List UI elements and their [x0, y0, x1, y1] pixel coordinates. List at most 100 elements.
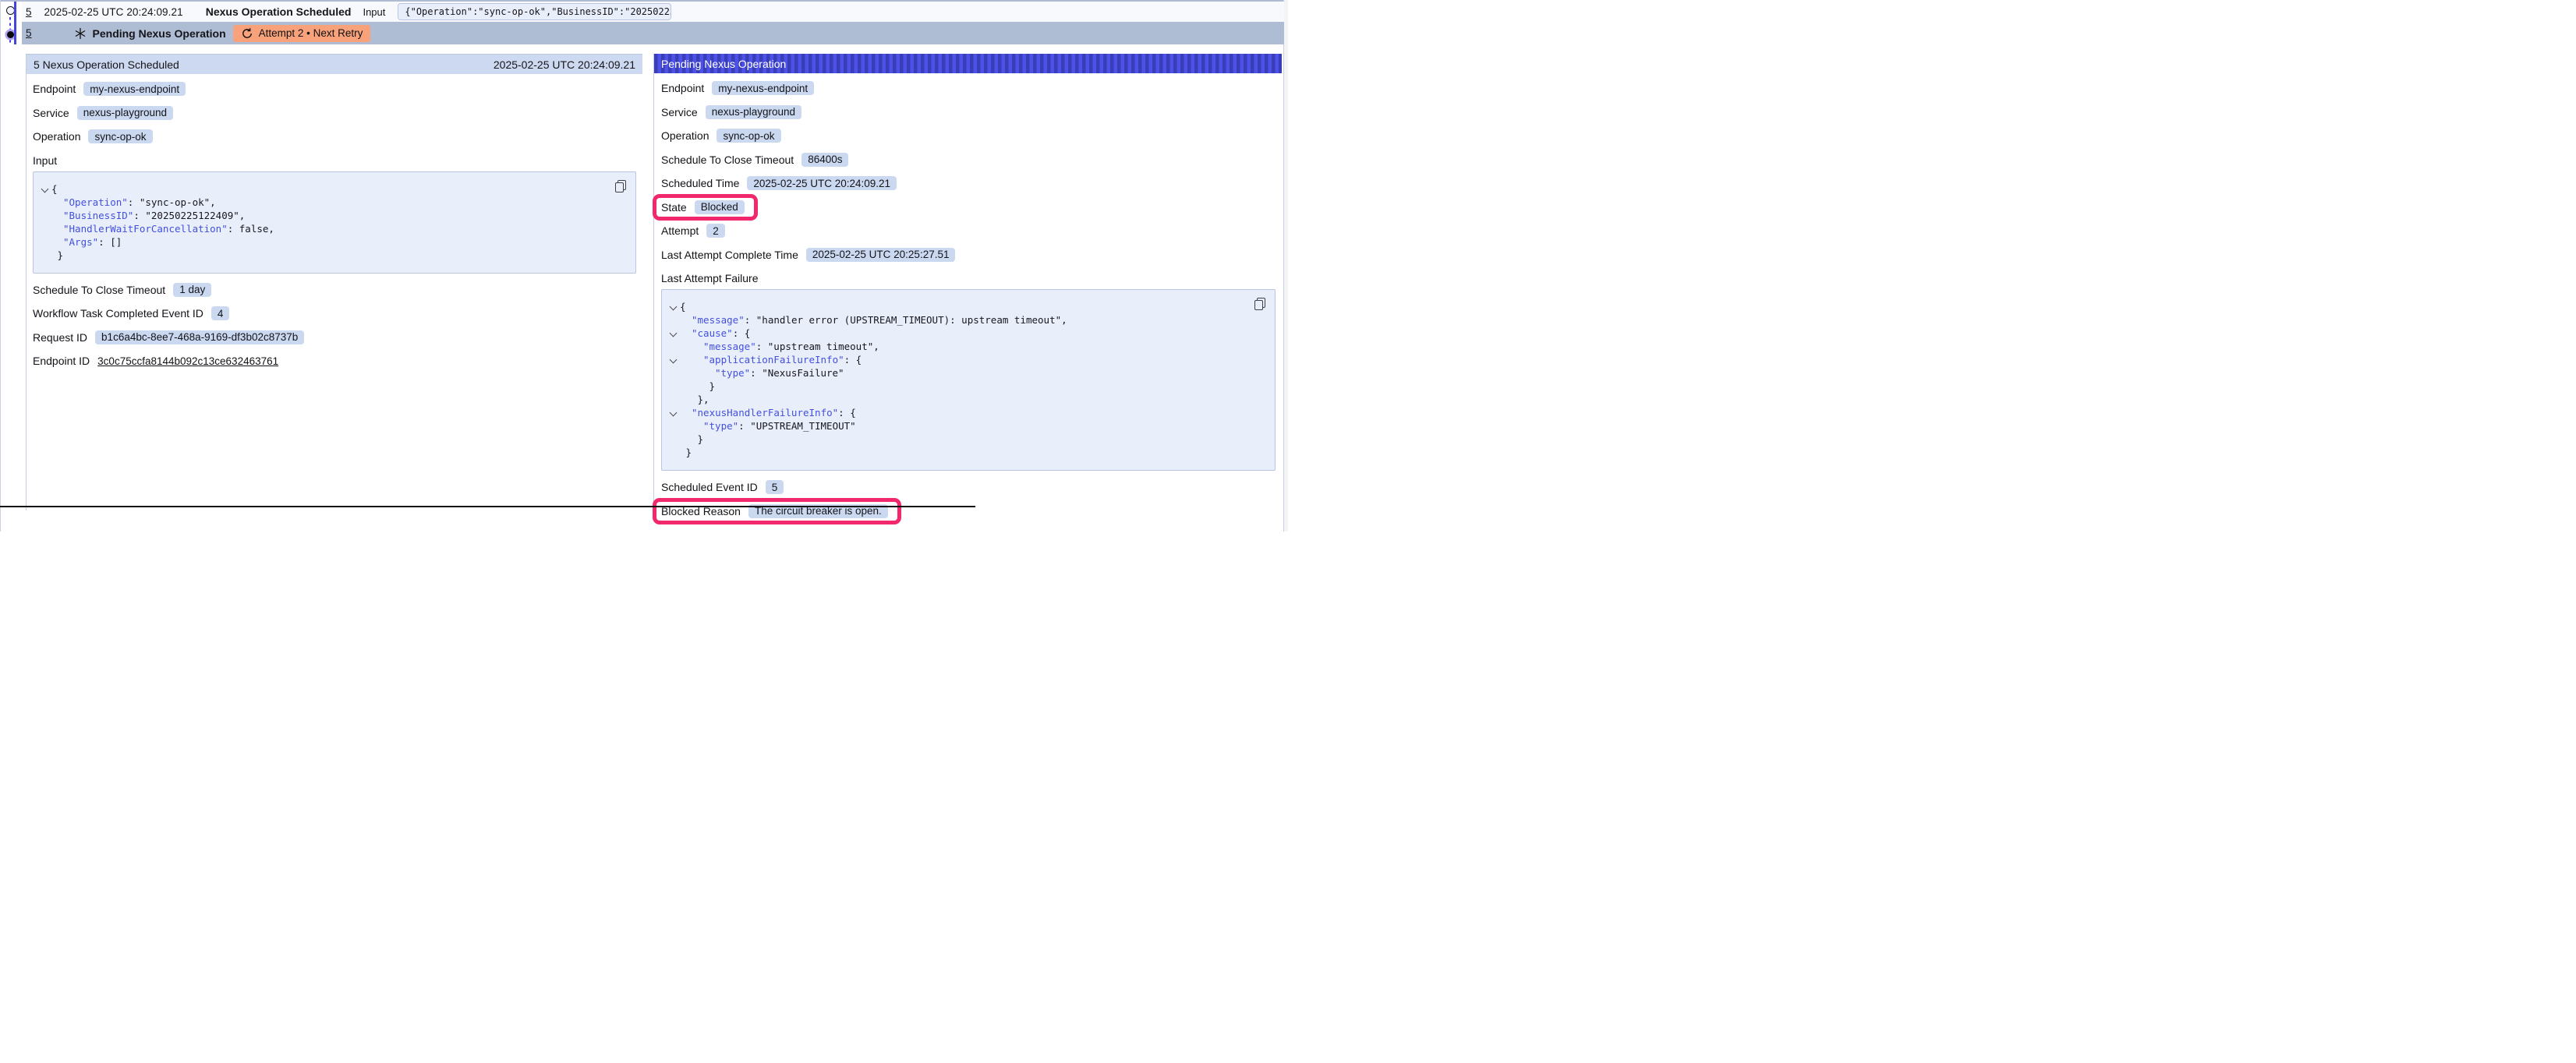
chevron-down-icon[interactable]	[40, 182, 51, 196]
field-label: Endpoint	[661, 82, 704, 94]
field-label: Operation	[33, 130, 80, 143]
json-line: },	[668, 393, 1264, 406]
event-detail-panels: 5 Nexus Operation Scheduled 2025-02-25 U…	[26, 54, 1282, 510]
field-row: Service nexus-playground	[654, 101, 1282, 125]
event-time: 2025-02-25 UTC 20:24:09.21	[44, 6, 183, 18]
field-row: Request ID b1c6a4bc-8ee7-468a-9169-df3b02…	[27, 326, 642, 350]
event-detail-card-pending: Pending Nexus Operation Endpointmy-nexus…	[653, 54, 1282, 510]
event-title: Pending Nexus Operation	[93, 27, 226, 40]
card-title: Pending Nexus Operation	[661, 58, 786, 70]
field-label: Scheduled Event ID	[661, 481, 758, 493]
json-line: "cause": {	[668, 327, 1264, 340]
field-label: Request ID	[33, 331, 87, 344]
field-row: State Blocked	[654, 196, 1282, 220]
field-row: Servicenexus-playground	[27, 101, 642, 125]
temporal-event-history-screen: 5 2025-02-25 UTC 20:24:09.21 Nexus Opera…	[0, 0, 1288, 532]
json-line: "applicationFailureInfo": {	[668, 353, 1264, 366]
field-value: Blocked	[695, 200, 745, 214]
field-value: my-nexus-endpoint	[83, 82, 186, 96]
chevron-down-icon[interactable]	[668, 327, 680, 340]
field-value: sync-op-ok	[717, 129, 780, 143]
field-row: Blocked ReasonThe circuit breaker is ope…	[654, 500, 1282, 524]
field-row: Operationsync-op-ok	[27, 125, 642, 149]
json-line: "Operation": "sync-op-ok",	[40, 196, 625, 209]
field-label: State	[661, 201, 687, 214]
json-viewer: {"message": "handler error (UPSTREAM_TIM…	[661, 289, 1276, 471]
chevron-down-icon[interactable]	[668, 406, 680, 419]
field-label: Service	[661, 106, 698, 118]
annotation-highlight: State Blocked	[653, 194, 758, 221]
input-label: Input	[363, 6, 385, 18]
field-row: Endpoint ID 3c0c75ccfa8144b092c13ce632463…	[27, 349, 642, 373]
field-value-link[interactable]: 3c0c75ccfa8144b092c13ce632463761	[97, 355, 278, 367]
card-fields: Endpoint my-nexus-endpoint Servicenexus-pl…	[27, 74, 642, 373]
field-label: Last Attempt Complete Time	[661, 249, 798, 261]
field-row: Operation sync-op-ok	[654, 124, 1282, 148]
chevron-down-icon[interactable]	[668, 353, 680, 366]
attempt-retry-label: Attempt 2 • Next Retry	[259, 27, 363, 39]
event-title: Nexus Operation Scheduled	[206, 5, 352, 18]
json-line: "BusinessID": "20250225122409",	[40, 209, 625, 222]
scrollbar-track[interactable]	[1283, 0, 1289, 532]
json-line: "message": "handler error (UPSTREAM_TIME…	[668, 313, 1264, 327]
field-value: nexus-playground	[706, 105, 801, 119]
json-viewer: {"Operation": "sync-op-ok","BusinessID":…	[33, 171, 636, 274]
attempt-retry-badge: Attempt 2 • Next Retry	[233, 25, 371, 42]
annotation-highlight: Blocked ReasonThe circuit breaker is ope…	[653, 498, 901, 524]
field-row: Scheduled Event ID 5	[654, 475, 1282, 500]
asterisk-icon	[74, 27, 87, 40]
json-line: {	[40, 182, 625, 196]
field-label: Operation	[661, 129, 709, 142]
event-row-nexus-operation-scheduled[interactable]: 5 2025-02-25 UTC 20:24:09.21 Nexus Opera…	[22, 2, 1284, 22]
retry-icon	[241, 27, 253, 40]
field-value: 5	[766, 480, 784, 494]
event-input-preview: {"Operation":"sync-op-ok","BusinessID":"…	[398, 3, 671, 20]
timeline-connector	[9, 12, 12, 45]
field-row: Endpoint my-nexus-endpoint	[27, 77, 642, 101]
json-line: "type": "NexusFailure"	[668, 366, 1264, 380]
json-line: }	[668, 446, 1264, 459]
json-line: "message": "upstream timeout",	[668, 340, 1264, 353]
event-id-link[interactable]: 5	[26, 6, 32, 18]
field-row: Attempt2	[654, 219, 1282, 243]
field-row: Schedule To Close Timeout 1 day	[27, 278, 642, 302]
copy-icon[interactable]	[615, 180, 626, 192]
field-row: Input	[27, 151, 642, 170]
json-line: }	[668, 380, 1264, 393]
event-row-pending-nexus-operation[interactable]: 5 Pending Nexus Operation Attempt 2 • Ne…	[22, 22, 1284, 44]
card-time: 2025-02-25 UTC 20:24:09.21	[494, 58, 635, 71]
field-value: 2025-02-25 UTC 20:24:09.21	[747, 176, 897, 190]
field-value: 4	[211, 306, 230, 320]
field-row: Schedule To Close Timeout 86400s	[654, 148, 1282, 172]
card-title: 5 Nexus Operation Scheduled	[34, 58, 179, 71]
field-label: Service	[33, 107, 69, 119]
field-row: Last Attempt Failure	[654, 269, 1282, 288]
timeline-node-filled-icon	[7, 31, 14, 38]
field-value: 1 day	[173, 283, 211, 297]
left-border	[0, 0, 1, 532]
field-row: Workflow Task Completed Event ID4	[27, 302, 642, 326]
field-label: Scheduled Time	[661, 177, 739, 189]
event-detail-card-scheduled: 5 Nexus Operation Scheduled 2025-02-25 U…	[26, 54, 642, 510]
field-label: Schedule To Close Timeout	[661, 154, 794, 166]
card-header: 5 Nexus Operation Scheduled 2025-02-25 U…	[27, 54, 642, 74]
field-value: 86400s	[801, 153, 848, 167]
field-row: Last Attempt Complete Time 2025-02-25 UTC…	[654, 243, 1282, 267]
field-label: Endpoint	[33, 83, 76, 95]
copy-icon[interactable]	[1254, 298, 1265, 310]
field-label: Attempt	[661, 224, 699, 237]
json-line: "HandlerWaitForCancellation": false,	[40, 222, 625, 235]
bottom-border	[0, 506, 975, 508]
json-line: {	[668, 300, 1264, 313]
field-label: Schedule To Close Timeout	[33, 284, 165, 296]
field-value: b1c6a4bc-8ee7-468a-9169-df3b02c8737b	[95, 330, 304, 344]
field-label: Endpoint ID	[33, 355, 90, 367]
field-value: 2025-02-25 UTC 20:25:27.51	[806, 248, 956, 262]
event-id-link[interactable]: 5	[26, 27, 32, 39]
field-row: Scheduled Time 2025-02-25 UTC 20:24:09.21	[654, 171, 1282, 196]
card-fields: Endpointmy-nexus-endpoint Service nexus-pl…	[654, 73, 1282, 523]
card-header-striped: Pending Nexus Operation	[654, 54, 1282, 73]
json-line: "nexusHandlerFailureInfo": {	[668, 406, 1264, 419]
field-row: Endpointmy-nexus-endpoint	[654, 76, 1282, 101]
chevron-down-icon[interactable]	[668, 300, 680, 313]
